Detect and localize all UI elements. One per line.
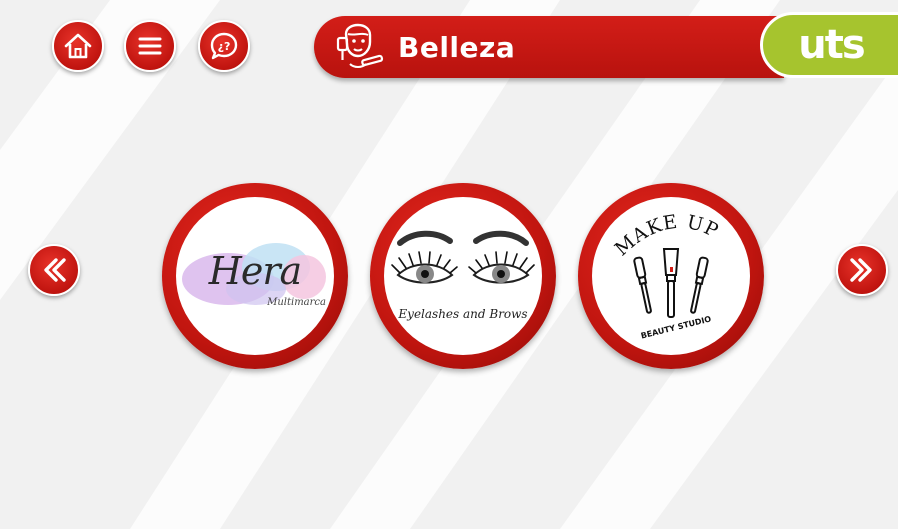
store-subtitle-hera: Multimarca [267,297,326,308]
help-button[interactable]: ¿? [198,20,250,72]
home-button[interactable] [52,20,104,72]
home-icon [64,33,92,59]
page-title: Belleza [398,30,516,64]
carousel-prev-button[interactable] [28,244,80,296]
chevron-right-icon [850,258,872,282]
help-glyph: ¿? [218,40,231,53]
carousel-next-button[interactable] [836,244,888,296]
store-logo-makeup-studio: MAKE UP BEAUTY STUDIO [592,197,750,355]
store-name-makeup: MAKE UP [611,211,723,261]
store-name-hera: Hera [208,249,302,293]
chevron-left-icon [44,258,66,282]
store-card-eyelashes-brows[interactable]: Eyelashes and Brows [370,183,556,369]
store-card-makeup-studio[interactable]: MAKE UP BEAUTY STUDIO [578,183,764,369]
beauty-face-icon [336,23,384,68]
eyes-and-brows-icon [391,230,535,284]
hamburger-menu-icon [138,37,162,55]
menu-button[interactable] [124,20,176,72]
uts-logo: uts [760,12,898,78]
store-name-eyelashes-brows: Eyelashes and Brows [398,307,528,321]
title-bar: Belleza [314,16,784,78]
store-logo-hera: Hera Multimarca [176,197,334,355]
uts-logo-text: uts [798,22,865,68]
help-speech-bubble-icon: ¿? [210,32,238,60]
store-logo-eyelashes-brows: Eyelashes and Brows [384,197,542,355]
store-card-hera[interactable]: Hera Multimarca [162,183,348,369]
